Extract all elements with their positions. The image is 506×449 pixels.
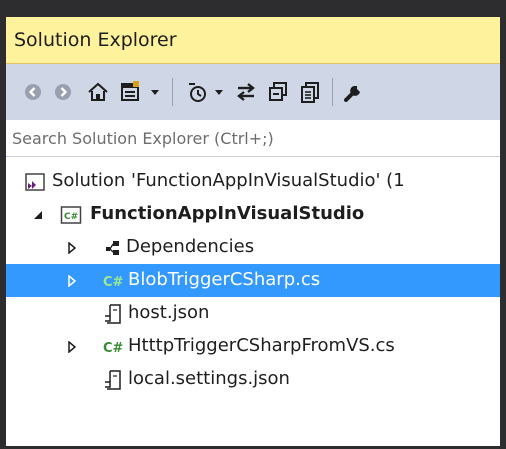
collapsed-arrow-icon[interactable] xyxy=(64,330,80,363)
properties-button[interactable] xyxy=(340,64,368,120)
svg-text:C#: C# xyxy=(103,275,124,290)
panel-title-bar[interactable]: Solution Explorer xyxy=(6,17,500,64)
show-all-files-icon xyxy=(301,82,319,103)
sync-with-active-document-icon xyxy=(237,83,255,101)
show-all-files-button[interactable] xyxy=(296,64,324,120)
tree-node-local-settings-json[interactable]: local.settings.json xyxy=(6,363,500,396)
expanded-arrow-icon[interactable] xyxy=(30,198,46,231)
window-top-border xyxy=(0,0,506,17)
switch-views-icon xyxy=(121,81,139,101)
switch-views-dropdown[interactable] xyxy=(148,64,162,120)
toolbar-separator xyxy=(172,78,173,106)
tree-item-label: Dependencies xyxy=(126,236,255,257)
tree-node-host-json[interactable]: host.json xyxy=(6,297,500,330)
csharp-project-icon: C# xyxy=(60,204,82,226)
tree-item-label: HtttpTriggerCSharpFromVS.cs xyxy=(128,335,395,356)
search-box[interactable] xyxy=(6,120,500,157)
solution-icon xyxy=(24,171,46,193)
filter-dropdown[interactable] xyxy=(212,64,226,120)
home-button[interactable] xyxy=(84,64,112,120)
tree-node-blobtriggercsharp[interactable]: C# BlobTriggerCSharp.cs xyxy=(6,264,500,297)
json-file-icon xyxy=(102,303,124,325)
solution-explorer-window: Solution Explorer Search Solution Explor… xyxy=(0,0,506,449)
home-icon xyxy=(88,82,108,101)
search-input[interactable] xyxy=(6,120,500,156)
properties-wrench-icon xyxy=(344,86,360,102)
window-right-border xyxy=(500,0,506,449)
tree-node-httptriggercsharpfromvs[interactable]: C# HtttpTriggerCSharpFromVS.cs xyxy=(6,330,500,363)
solution-label: Solution 'FunctionAppInVisualStudio' (1 xyxy=(52,170,405,191)
tree-node-dependencies[interactable]: Dependencies xyxy=(6,231,500,264)
json-file-icon xyxy=(102,369,124,391)
tree-item-label: local.settings.json xyxy=(128,368,290,389)
collapse-all-icon xyxy=(269,82,287,101)
switch-views-button[interactable] xyxy=(116,64,146,120)
dropdown-icon xyxy=(215,90,223,95)
forward-button[interactable] xyxy=(50,64,76,120)
svg-text:C#: C# xyxy=(64,212,78,222)
solution-explorer-toolbar xyxy=(6,64,500,120)
collapsed-arrow-icon[interactable] xyxy=(64,264,80,297)
pending-changes-filter-icon xyxy=(189,83,206,102)
tree-node-solution[interactable]: Solution 'FunctionAppInVisualStudio' (1 xyxy=(6,165,500,198)
back-icon xyxy=(25,84,41,100)
collapsed-arrow-icon[interactable] xyxy=(64,231,80,264)
pending-changes-filter-button[interactable] xyxy=(184,64,210,120)
svg-text:C#: C# xyxy=(103,341,124,356)
tree-item-label: BlobTriggerCSharp.cs xyxy=(128,269,321,290)
sync-with-active-document-button[interactable] xyxy=(232,64,260,120)
project-label: FunctionAppInVisualStudio xyxy=(90,203,365,224)
tree-item-label: host.json xyxy=(128,302,210,323)
toolbar-separator xyxy=(332,78,333,106)
csharp-file-icon: C# xyxy=(102,270,124,292)
csharp-file-icon: C# xyxy=(102,336,124,358)
back-button[interactable] xyxy=(20,64,46,120)
tree-node-project[interactable]: C# FunctionAppInVisualStudio xyxy=(6,198,500,231)
dependencies-icon xyxy=(102,237,124,259)
forward-icon xyxy=(55,84,71,100)
collapse-all-button[interactable] xyxy=(264,64,292,120)
dropdown-icon xyxy=(151,90,159,95)
panel-title: Solution Explorer xyxy=(14,29,177,51)
